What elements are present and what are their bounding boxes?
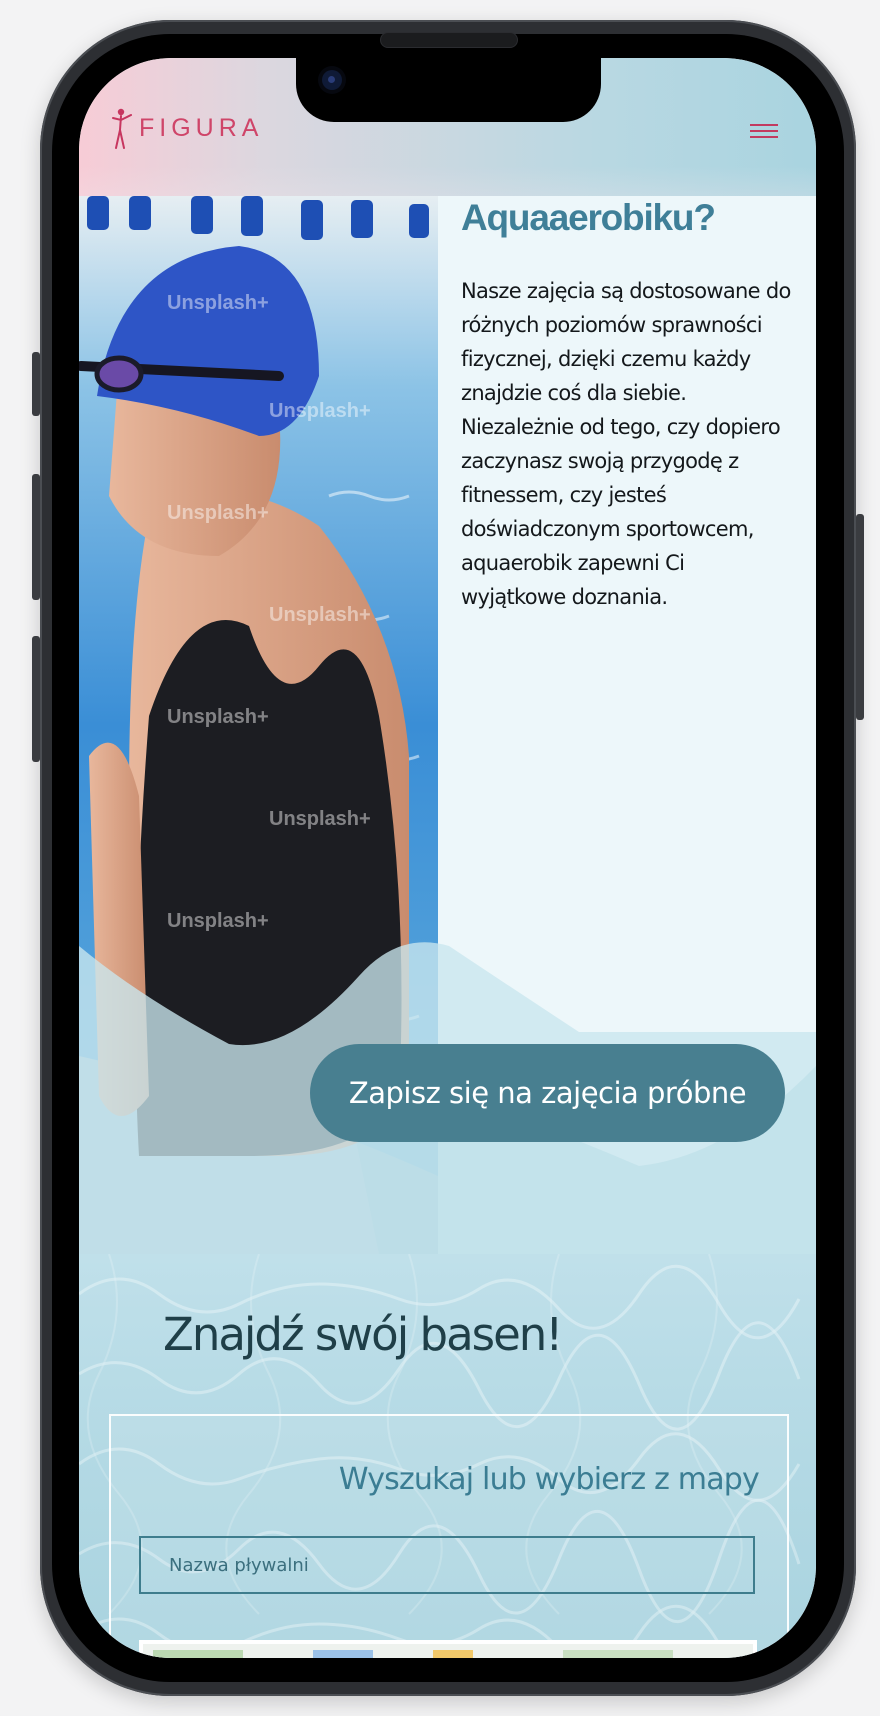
section-description: Nasze zajęcia są dostosowane do różnych … [461,279,791,609]
section-heading: Aquaaerobiku? [461,197,716,238]
logo-text: FIGURA [139,113,264,142]
map-road [313,1650,373,1658]
volume-down-button [32,636,40,762]
watermark: Unsplash+ [269,604,371,626]
trial-class-signup-button[interactable]: Zapisz się na zajęcia próbne [310,1044,785,1142]
menu-line [750,130,778,132]
pool-name-search-input[interactable] [139,1536,755,1594]
watermark: Unsplash+ [167,502,269,524]
pool-map[interactable] [139,1640,757,1658]
phone-screen: FIGURA Unsplash+ Unsplash+ Unsplash+ Uns… [79,58,816,1658]
volume-up-button [32,474,40,600]
map-area [563,1650,673,1658]
watermark: Unsplash+ [269,400,371,422]
pool-search-card: Wyszukaj lub wybierz z mapy [109,1414,789,1658]
watermark: Unsplash+ [269,808,371,830]
dancer-icon [112,108,132,149]
pool-finder-section: Znajdź swój basen! Wyszukaj lub wybierz … [79,1254,816,1658]
watermark: Unsplash+ [167,910,269,932]
phone-speaker [380,32,518,48]
logo[interactable]: FIGURA [109,106,263,150]
map-road [433,1650,473,1658]
front-camera [322,70,342,90]
menu-line [750,136,778,138]
menu-line [750,124,778,126]
phone-notch [296,58,601,122]
watermark: Unsplash+ [167,292,269,314]
pool-finder-title: Znajdź swój basen! [163,1308,563,1361]
hamburger-menu-button[interactable] [750,120,778,142]
power-button [856,514,864,720]
aquaaerobic-section: Unsplash+ Unsplash+ Unsplash+ Unsplash+ … [79,196,816,1254]
map-area [153,1650,243,1658]
watermark: Unsplash+ [167,706,269,728]
search-subtitle: Wyszukaj lub wybierz z mapy [338,1462,760,1497]
silent-switch [32,352,40,416]
